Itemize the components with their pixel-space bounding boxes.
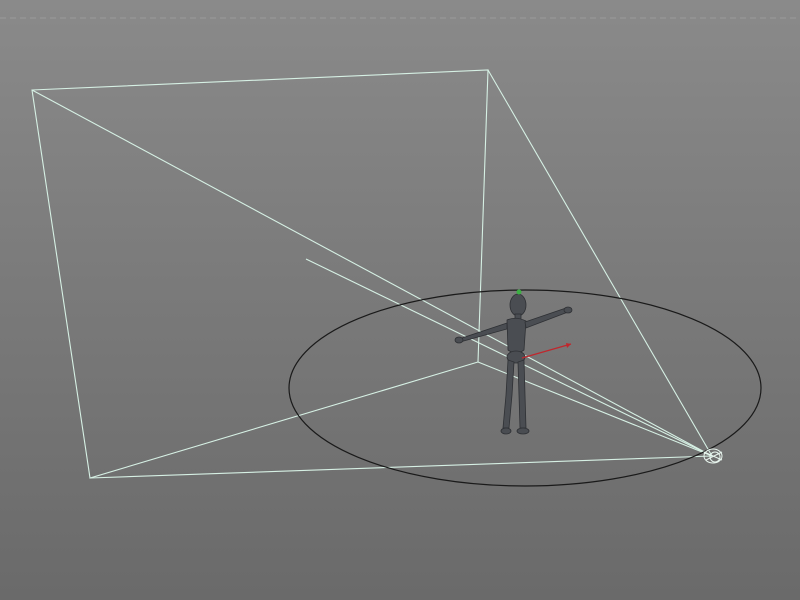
direction-arrow[interactable]: [521, 343, 572, 359]
figure-left-leg: [502, 359, 515, 429]
direction-arrow-line: [521, 343, 572, 359]
top-joint-marker[interactable]: [516, 289, 522, 295]
camera-frustum[interactable]: [31, 69, 713, 479]
figure-torso: [506, 317, 527, 354]
figure-left-hand: [454, 336, 464, 344]
figure-left-arm: [459, 322, 508, 343]
frustum-edge-bottom-left: [89, 455, 713, 479]
frustum-far-plane: [31, 69, 489, 479]
3d-viewport[interactable]: [0, 0, 800, 600]
figure-right-foot: [516, 427, 530, 435]
figure-left-foot: [500, 427, 512, 435]
figure-right-leg: [517, 359, 527, 429]
figure-head: [509, 293, 527, 317]
frustum-edge-top-left: [31, 89, 713, 457]
figure-right-arm: [524, 307, 569, 329]
figure-right-hand: [563, 306, 573, 314]
scene-canvas[interactable]: [0, 0, 800, 600]
